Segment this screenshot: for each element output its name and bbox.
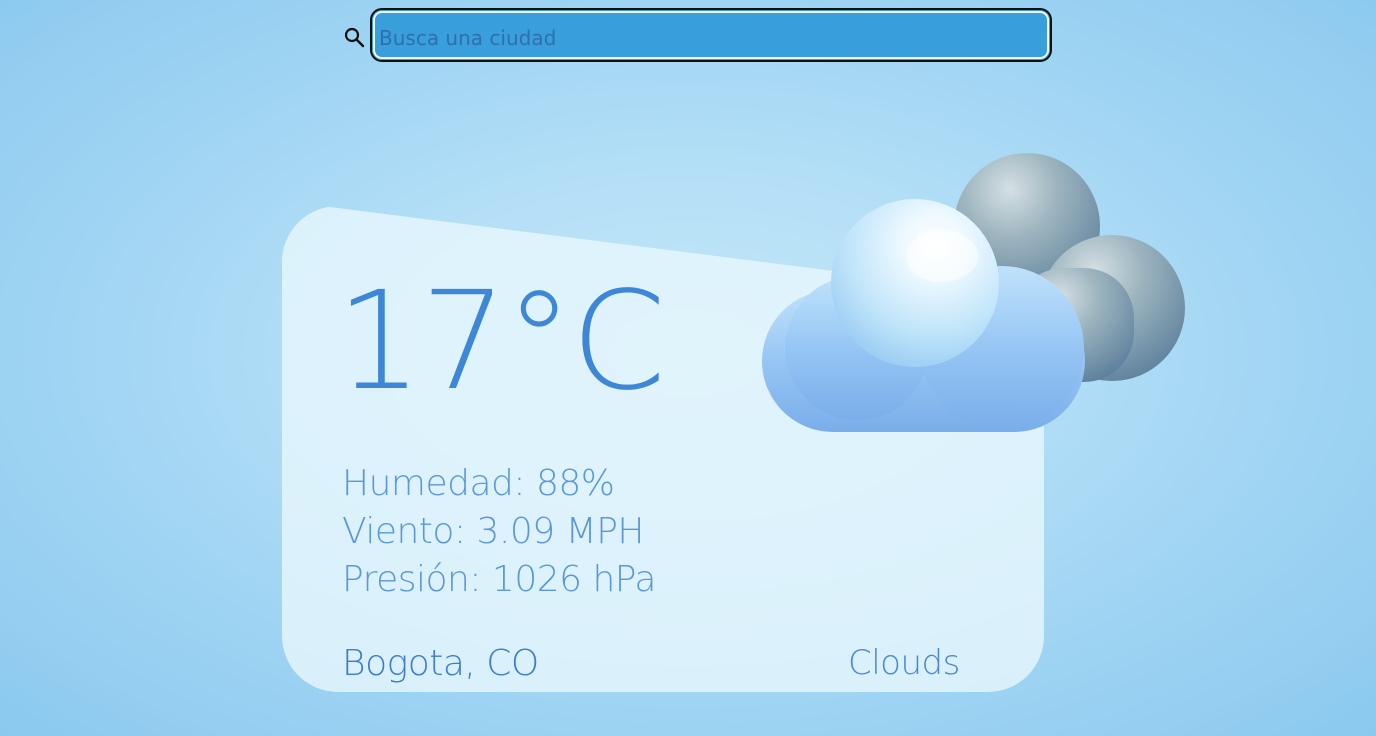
humidity-value: 88% [535,463,615,504]
humidity-row: Humedad: 88% [342,460,656,508]
pressure-value: 1026 hPa [491,559,657,600]
wind-value: 3.09 MPH [476,511,645,552]
temperature: 17°C [336,263,666,421]
condition-label: Clouds [848,643,960,683]
wind-label: Viento: [342,511,466,552]
weather-details: Humedad: 88% Viento: 3.09 MPH Presión: 1… [342,460,656,604]
humidity-label: Humedad: [342,463,526,504]
clouds-icon [762,153,1185,432]
search-bar [340,6,1060,70]
search-input[interactable] [370,8,1052,62]
location-label: Bogota, CO [342,643,539,684]
pressure-row: Presión: 1026 hPa [342,556,656,604]
search-icon[interactable] [343,26,365,48]
wind-row: Viento: 3.09 MPH [342,508,656,556]
pressure-label: Presión: [342,559,481,600]
